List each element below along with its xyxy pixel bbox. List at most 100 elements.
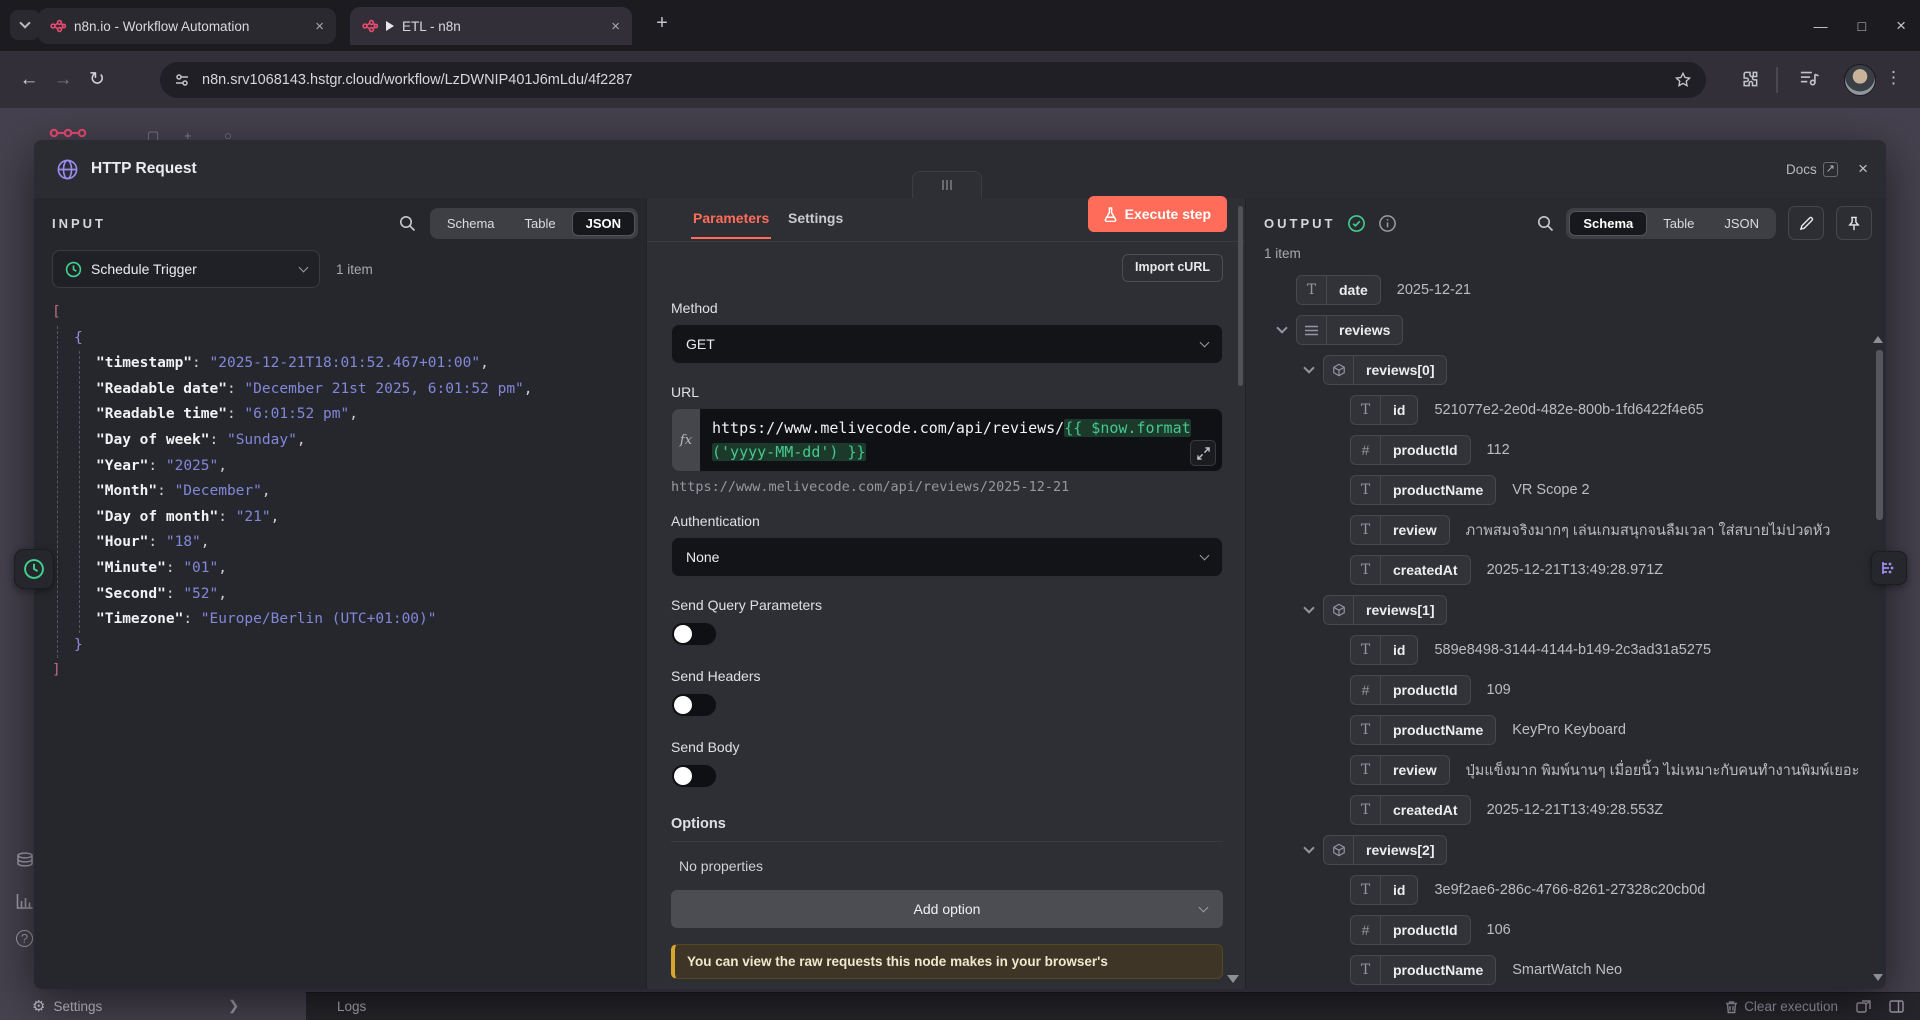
bookmark-star-icon[interactable] bbox=[1674, 71, 1692, 89]
output-view-tab-schema[interactable]: Schema bbox=[1569, 211, 1647, 236]
edit-output-button[interactable] bbox=[1788, 206, 1824, 240]
chevron-down-icon bbox=[1303, 362, 1314, 373]
pop-out-icon[interactable] bbox=[1856, 1000, 1871, 1014]
profile-avatar[interactable] bbox=[1844, 64, 1876, 96]
media-controls-icon[interactable] bbox=[1800, 69, 1820, 87]
collapse-chevron-icon[interactable] bbox=[1295, 368, 1323, 372]
schema-key-badge[interactable]: reviews[0] bbox=[1323, 355, 1447, 385]
input-view-tab-table[interactable]: Table bbox=[511, 211, 570, 236]
window-maximize-button[interactable]: □ bbox=[1858, 18, 1866, 34]
extensions-icon[interactable] bbox=[1740, 69, 1760, 89]
browser-tab-etl[interactable]: ETL - n8n × bbox=[350, 7, 632, 45]
schema-row-reviews: reviews bbox=[1246, 310, 1876, 350]
schema-value: 2025-12-21T13:49:28.553Z bbox=[1487, 802, 1664, 818]
schema-key-badge[interactable]: reviews bbox=[1296, 315, 1403, 345]
new-tab-button[interactable]: + bbox=[648, 12, 676, 35]
method-select[interactable]: GET bbox=[671, 324, 1223, 364]
authentication-label: Authentication bbox=[671, 513, 1223, 529]
output-view-tab-json[interactable]: JSON bbox=[1710, 211, 1773, 236]
input-search-icon[interactable] bbox=[399, 215, 416, 232]
schema-key-badge[interactable]: TcreatedAt bbox=[1350, 795, 1471, 825]
panel-toggle-icon[interactable] bbox=[1889, 1000, 1904, 1013]
schema-key-badge[interactable]: #productId bbox=[1350, 915, 1471, 945]
sidebar-insights-icon[interactable] bbox=[16, 893, 34, 909]
tab-parameters[interactable]: Parameters bbox=[693, 210, 769, 226]
url-expression-field[interactable]: fx https://www.melivecode.com/api/review… bbox=[671, 408, 1223, 472]
output-schema-toggle-button[interactable] bbox=[1871, 551, 1907, 585]
import-curl-button[interactable]: Import cURL bbox=[1122, 254, 1223, 282]
schema-key-badge[interactable]: TproductName bbox=[1350, 715, 1496, 745]
send-body-toggle[interactable] bbox=[671, 764, 717, 788]
schema-key-badge[interactable]: TproductName bbox=[1350, 475, 1496, 505]
schema-value: 589e8498-3144-4144-b149-2c3ad31a5275 bbox=[1434, 642, 1711, 658]
collapse-chevron-icon[interactable] bbox=[1295, 848, 1323, 852]
site-info-icon[interactable] bbox=[174, 72, 190, 88]
schema-key-badge[interactable]: Tid bbox=[1350, 875, 1418, 905]
parameters-scrollbar[interactable] bbox=[1238, 206, 1243, 386]
add-option-button[interactable]: Add option bbox=[671, 890, 1223, 928]
logs-label[interactable]: Logs bbox=[337, 999, 366, 1014]
modal-close-icon[interactable]: × bbox=[1858, 159, 1868, 179]
schema-key-badge[interactable]: Treview bbox=[1350, 755, 1450, 785]
tab-settings[interactable]: Settings bbox=[788, 210, 843, 226]
output-search-icon[interactable] bbox=[1537, 215, 1554, 232]
output-scrollbar[interactable] bbox=[1876, 350, 1883, 520]
sidebar-settings[interactable]: ⚙ Settings ❯ bbox=[0, 992, 306, 1020]
schema-key-badge[interactable]: Tid bbox=[1350, 635, 1418, 665]
schema-value: 2025-12-21 bbox=[1397, 282, 1471, 298]
send-headers-toggle[interactable] bbox=[671, 693, 717, 717]
expand-expression-icon[interactable] bbox=[1190, 440, 1216, 466]
tab-playing-icon bbox=[386, 21, 394, 31]
schema-key-badge[interactable]: TproductName bbox=[1350, 955, 1496, 985]
schema-key-badge[interactable]: TcreatedAt bbox=[1350, 555, 1471, 585]
sidebar-collapse-icon[interactable]: ❯ bbox=[228, 998, 239, 1014]
execute-step-button[interactable]: Execute step bbox=[1088, 196, 1227, 232]
panel-drag-handle[interactable] bbox=[912, 171, 982, 198]
logs-bar[interactable]: Logs Clear execution bbox=[306, 992, 1920, 1020]
browser-menu-icon[interactable]: ⋮ bbox=[1885, 68, 1902, 88]
collapse-chevron-icon[interactable] bbox=[1268, 328, 1296, 332]
input-view-tab-schema[interactable]: Schema bbox=[433, 211, 509, 236]
schema-key-label: productId bbox=[1381, 922, 1470, 938]
json-line: } bbox=[74, 633, 640, 659]
send-query-parameters-toggle[interactable] bbox=[671, 622, 717, 646]
scroll-down-icon[interactable] bbox=[1873, 974, 1883, 981]
schema-key-badge[interactable]: Tdate bbox=[1296, 275, 1381, 305]
schema-key-badge[interactable]: Tid bbox=[1350, 395, 1418, 425]
schema-key-label: reviews[0] bbox=[1354, 362, 1446, 378]
collapse-chevron-icon[interactable] bbox=[1295, 608, 1323, 612]
json-object-block: "timestamp": "2025-12-21T18:01:52.467+01… bbox=[79, 351, 640, 633]
pin-output-button[interactable] bbox=[1836, 206, 1872, 240]
browser-tab-n8n-io[interactable]: n8n.io - Workflow Automation × bbox=[38, 8, 336, 44]
schema-key-badge[interactable]: #productId bbox=[1350, 675, 1471, 705]
schema-key-badge[interactable]: Treview bbox=[1350, 515, 1450, 545]
clear-execution-button[interactable]: Clear execution bbox=[1725, 999, 1838, 1014]
schedule-trigger-node-button[interactable] bbox=[14, 549, 54, 589]
scroll-down-icon[interactable] bbox=[1227, 975, 1239, 983]
back-button[interactable]: ← bbox=[12, 69, 46, 91]
schema-key-badge[interactable]: reviews[1] bbox=[1323, 595, 1447, 625]
tab-close-icon[interactable]: × bbox=[313, 18, 326, 35]
docs-link[interactable]: Docs ↗ bbox=[1786, 162, 1838, 177]
window-close-button[interactable]: × bbox=[1896, 16, 1906, 36]
method-label: Method bbox=[671, 300, 1223, 316]
schema-key-badge[interactable]: #productId bbox=[1350, 435, 1471, 465]
forward-button[interactable]: → bbox=[46, 69, 80, 91]
schema-key-badge[interactable]: reviews[2] bbox=[1323, 835, 1447, 865]
url-expression-text[interactable]: https://www.melivecode.com/api/reviews/{… bbox=[700, 409, 1203, 471]
output-view-tab-table[interactable]: Table bbox=[1649, 211, 1708, 236]
url-text[interactable]: n8n.srv1068143.hstgr.cloud/workflow/LzDW… bbox=[202, 72, 1662, 88]
address-bar[interactable]: n8n.srv1068143.hstgr.cloud/workflow/LzDW… bbox=[160, 62, 1706, 98]
tab-close-icon[interactable]: × bbox=[609, 18, 622, 35]
tab-search-button[interactable] bbox=[10, 10, 40, 40]
sidebar-templates-icon[interactable] bbox=[16, 852, 34, 868]
window-minimize-button[interactable]: — bbox=[1814, 18, 1828, 34]
reload-button[interactable]: ↻ bbox=[80, 68, 114, 91]
input-source-select[interactable]: Schedule Trigger bbox=[52, 250, 320, 288]
scroll-up-icon[interactable] bbox=[1873, 336, 1883, 343]
input-view-tab-json[interactable]: JSON bbox=[572, 211, 635, 236]
browser-tab-strip: n8n.io - Workflow Automation × ETL - n8n… bbox=[0, 0, 1920, 51]
schema-row-date: Tdate 2025-12-21 bbox=[1246, 270, 1876, 310]
authentication-select[interactable]: None bbox=[671, 537, 1223, 577]
sidebar-help-icon[interactable]: ? bbox=[16, 930, 33, 947]
